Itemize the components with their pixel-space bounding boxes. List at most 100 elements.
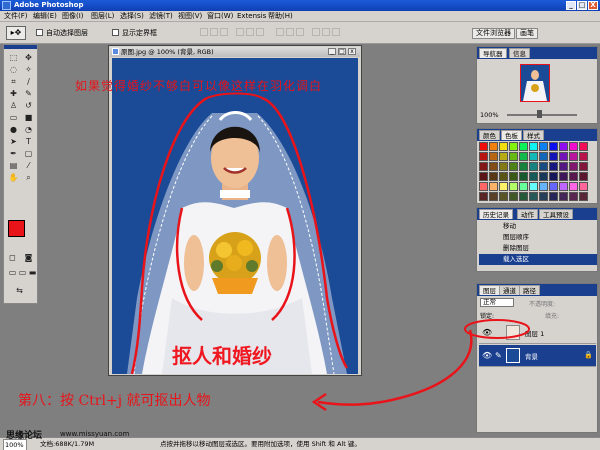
minimize-button[interactable]: _ [566,1,576,10]
blur-tool-icon[interactable]: ● [7,124,20,135]
document-maximize-button[interactable]: □ [338,48,346,55]
swatch-cell[interactable] [539,162,548,171]
swatch-cell[interactable] [499,162,508,171]
swatch-cell[interactable] [509,172,518,181]
swatch-cell[interactable] [549,182,558,191]
swatch-cell[interactable] [489,192,498,201]
jump-to-imageready-icon[interactable]: ⇆ [13,285,26,296]
dodge-tool-icon[interactable]: ◔ [22,124,35,135]
menu-extensis[interactable]: Extensis [237,11,266,22]
document-close-button[interactable]: x [348,48,356,55]
swatch-cell[interactable] [489,172,498,181]
navigator-thumbnail[interactable] [520,64,550,102]
swatch-cell[interactable] [559,182,568,191]
lasso-tool-icon[interactable]: ◌ [7,64,20,75]
history-item-move[interactable]: 移动 [479,221,597,232]
swatch-cell[interactable] [489,152,498,161]
path-selection-tool-icon[interactable]: ➤ [7,136,20,147]
move-tool-preset-button[interactable]: ▸✥ [6,26,26,40]
auto-select-layer-checkbox[interactable] [36,29,43,36]
history-item-load-selection[interactable]: 载入选区 [479,254,597,265]
gradient-tool-icon[interactable]: ■ [22,112,35,123]
menu-view[interactable]: 视图(V) [178,11,202,22]
tab-history[interactable]: 历史记录 [479,209,513,219]
slice-tool-icon[interactable]: ∕ [22,76,35,87]
distribute-top-icon[interactable] [276,28,284,36]
swatch-cell[interactable] [559,142,568,151]
swatch-cell[interactable] [569,172,578,181]
close-button[interactable]: X [588,1,598,10]
hand-tool-icon[interactable]: ✋ [7,172,20,183]
menu-window[interactable]: 窗口(W) [207,11,233,22]
distribute-right-icon[interactable] [332,28,340,36]
marquee-tool-icon[interactable]: ⬚ [7,52,20,63]
swatch-cell[interactable] [559,152,568,161]
dock-tab-file-browser[interactable]: 文件浏览器 [472,28,515,39]
swatch-cell[interactable] [529,172,538,181]
swatch-cell[interactable] [519,192,528,201]
history-item-layer-order[interactable]: 图层顺序 [479,232,597,243]
swatch-cell[interactable] [579,142,588,151]
dock-tab-brushes[interactable]: 画笔 [516,28,538,39]
swatch-cell[interactable] [569,142,578,151]
distribute-middle-icon[interactable] [286,28,294,36]
swatch-cell[interactable] [549,192,558,201]
history-brush-tool-icon[interactable]: ↺ [22,100,35,111]
distribute-left-icon[interactable] [312,28,320,36]
swatch-cell[interactable] [489,182,498,191]
standard-mode-icon[interactable]: ◻ [6,252,19,263]
swatch-cell[interactable] [509,192,518,201]
navigator-zoom-thumb[interactable] [537,110,542,118]
swatch-cell[interactable] [489,162,498,171]
swatch-cell[interactable] [509,162,518,171]
shape-tool-icon[interactable]: ▢ [22,148,35,159]
swatch-cell[interactable] [499,182,508,191]
swatch-cell[interactable] [479,152,488,161]
swatch-cell[interactable] [529,192,538,201]
layer-row-background[interactable]: 👁 ✎ 背景 🔒 [479,345,596,367]
foreground-color-swatch[interactable] [8,220,25,237]
eyedropper-tool-icon[interactable]: ⁄ [22,160,35,171]
align-bottom-icon[interactable] [220,28,228,36]
swatch-cell[interactable] [479,162,488,171]
swatch-cell[interactable] [519,152,528,161]
align-right-icon[interactable] [256,28,264,36]
eraser-tool-icon[interactable]: ▭ [7,112,20,123]
zoom-tool-icon[interactable]: ⌕ [22,172,35,183]
show-bounding-box-checkbox[interactable] [112,29,119,36]
swatch-cell[interactable] [519,142,528,151]
swatch-cell[interactable] [519,172,528,181]
swatch-cell[interactable] [509,142,518,151]
swatch-cell[interactable] [529,162,538,171]
swatch-cell[interactable] [569,162,578,171]
swatch-cell[interactable] [579,152,588,161]
navigator-zoom-slider[interactable] [507,114,577,116]
swatch-cell[interactable] [479,142,488,151]
swatch-cell[interactable] [539,152,548,161]
swatch-cell[interactable] [549,162,558,171]
swatch-cell[interactable] [529,142,538,151]
tab-navigator[interactable]: 导航器 [479,48,507,58]
swatch-cell[interactable] [499,192,508,201]
swatch-cell[interactable] [529,182,538,191]
document-minimize-button[interactable]: _ [328,48,336,55]
swatch-cell[interactable] [519,162,528,171]
eye-icon[interactable]: 👁 [482,351,492,360]
history-item-delete-layer[interactable]: 删除图层 [479,243,597,254]
swatch-cell[interactable] [569,192,578,201]
menu-image[interactable]: 图像(I) [62,11,84,22]
swatch-cell[interactable] [579,182,588,191]
move-tool-icon[interactable]: ✥ [22,52,35,63]
notes-tool-icon[interactable]: ▤ [7,160,20,171]
tab-layers[interactable]: 图层 [479,285,500,295]
menu-file[interactable]: 文件(F) [4,11,28,22]
type-tool-icon[interactable]: T [22,136,35,147]
swatch-cell[interactable] [539,172,548,181]
swatch-cell[interactable] [559,162,568,171]
swatch-cell[interactable] [479,172,488,181]
swatch-cell[interactable] [539,142,548,151]
swatch-cell[interactable] [499,142,508,151]
swatch-cell[interactable] [509,152,518,161]
swatch-cell[interactable] [559,172,568,181]
tab-color[interactable]: 颜色 [479,130,500,140]
